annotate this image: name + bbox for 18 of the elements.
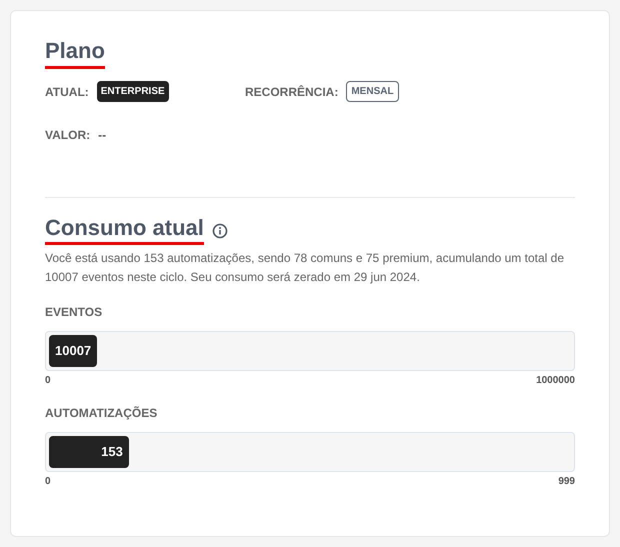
meter-value: 153 [101, 443, 123, 462]
scale-max: 1000000 [536, 374, 575, 388]
meter-label: AUTOMATIZAÇÕES [45, 405, 158, 422]
scale-min: 0 [45, 475, 51, 489]
field-label: ATUAL: [45, 84, 89, 100]
section-title: Consumo atual [45, 214, 204, 245]
info-icon [212, 222, 228, 238]
scale-min: 0 [45, 374, 51, 388]
field-value: -- [98, 127, 106, 144]
field-label: RECORRÊNCIA: [245, 84, 338, 100]
meter-label: EVENTOS [45, 304, 104, 321]
plan-badge: MENSAL [346, 81, 399, 102]
field-label: VALOR: [45, 127, 90, 144]
plan-badge: ENTERPRISE [96, 81, 169, 102]
meter-value: 10007 [55, 342, 92, 360]
section-title: Plano [45, 37, 105, 69]
scale-max: 999 [558, 475, 575, 489]
usage-description: Você está usando 153 automatizações, sendo 78 comuns e 75 premium, acumulando um total de 10007 eventos neste ciclo. Seu consumo será zerado em 29 jun 2024. [45, 250, 565, 286]
